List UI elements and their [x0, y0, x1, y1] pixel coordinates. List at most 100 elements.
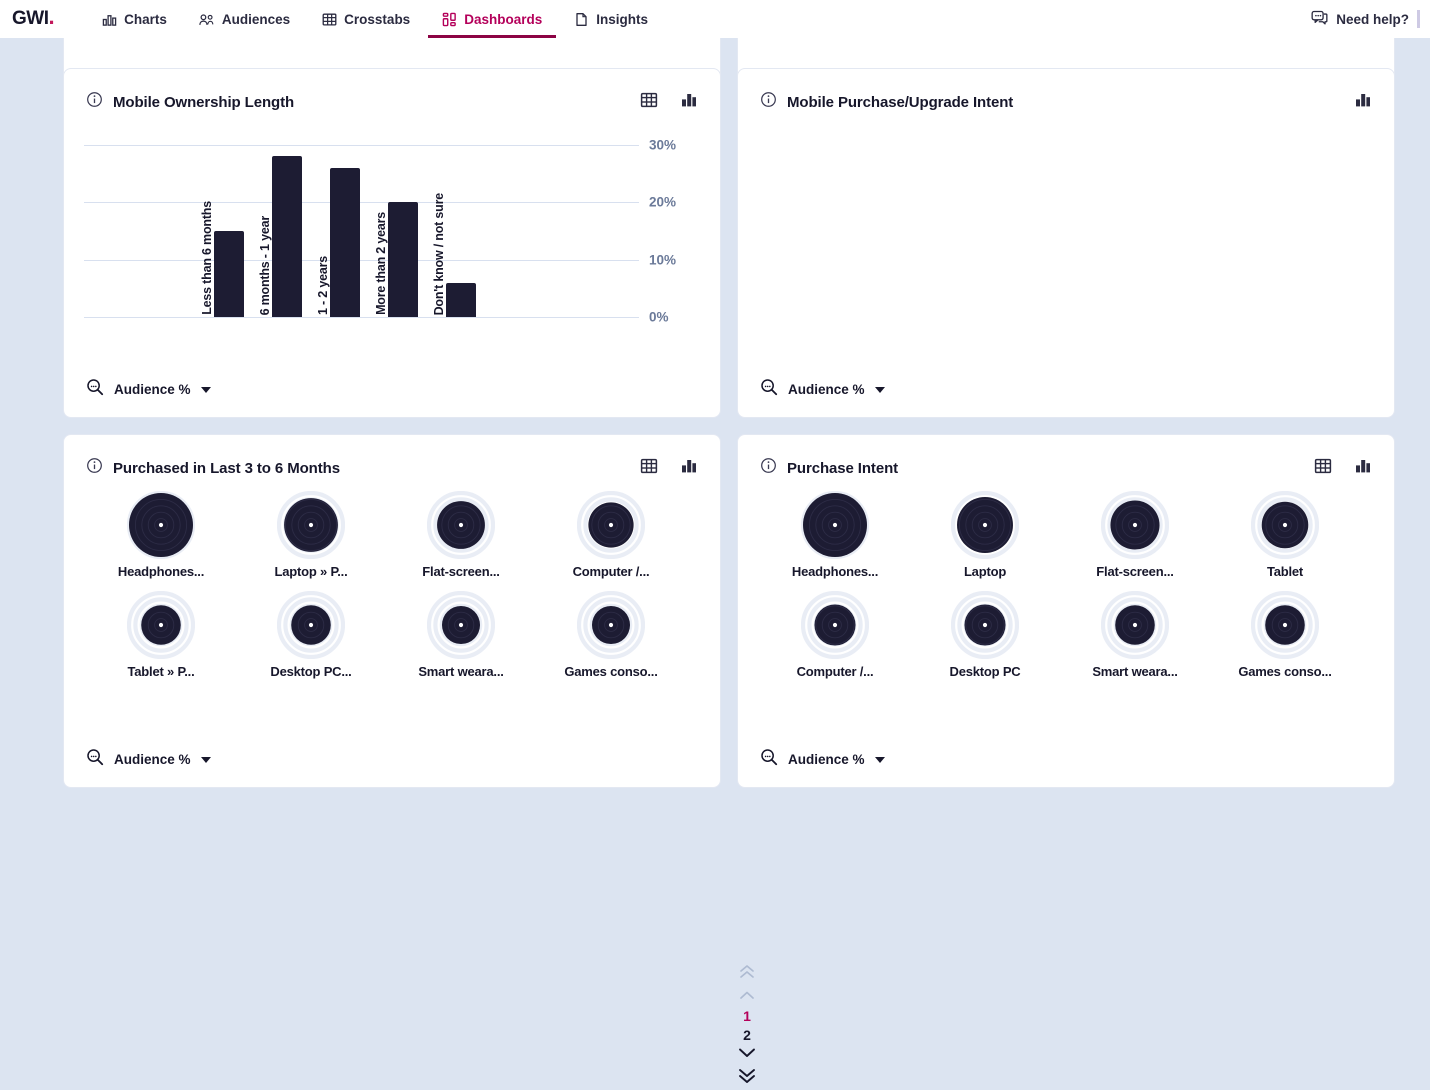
bubble-pager-purchased: 1 2 [736, 963, 758, 1090]
bubble-item[interactable]: Headphones... [86, 490, 236, 579]
bubble-label: Smart weara... [418, 664, 504, 679]
card-actions [640, 457, 698, 480]
chevron-up-icon[interactable] [737, 988, 757, 1006]
bar-category-label: 1 - 2 years [316, 256, 330, 315]
table-view-icon[interactable] [1314, 457, 1332, 480]
card-header: Purchase Intent [738, 435, 1394, 481]
double-chevron-down-icon[interactable] [736, 1067, 758, 1090]
double-chevron-up-icon[interactable] [737, 963, 757, 986]
main-nav-items: Charts Audiences Crosstabs Dashboards In [88, 0, 662, 38]
bubble-item[interactable]: Smart weara... [1060, 590, 1210, 679]
card-header: Mobile Ownership Length [64, 69, 720, 115]
nav-edge-divider [1417, 10, 1420, 28]
dashboard-board: Mobile Ownership Length 0% 10% 20% 30% Less … [0, 28, 1430, 1083]
bubble-item[interactable]: Desktop PC [910, 590, 1060, 679]
bubble-item[interactable]: Flat-screen... [1060, 490, 1210, 579]
bubble-rings [1250, 490, 1320, 560]
metric-label: Audience % [788, 382, 865, 397]
metric-search-icon [760, 378, 778, 401]
bubble-grid-purchase-intent: Headphones... Laptop Flat-screen... Tablet C… [760, 490, 1360, 679]
bubble-label: Computer /... [796, 664, 874, 679]
nav-item-crosstabs[interactable]: Crosstabs [308, 0, 424, 38]
bubble-label: Flat-screen... [1096, 564, 1174, 579]
bubble-item[interactable]: Tablet » P... [86, 590, 236, 679]
chevron-down-icon[interactable] [874, 756, 885, 763]
chart-view-icon[interactable] [1354, 457, 1372, 480]
grid-line [84, 145, 639, 146]
card-mobile-ownership-length: Mobile Ownership Length 0% 10% 20% 30% Less … [63, 68, 721, 418]
bubble-grid-purchased: Headphones... Laptop » P... Flat-screen...… [86, 490, 686, 679]
chart-view-icon[interactable] [680, 91, 698, 114]
nav-item-label: Dashboards [464, 11, 543, 27]
chart-view-icon[interactable] [1354, 91, 1372, 114]
nav-right-group: Need help? [1311, 10, 1420, 29]
top-navigation-bar: GWI. Charts Audiences Crosstabs Dashboar… [0, 0, 1430, 38]
info-icon[interactable] [760, 457, 777, 479]
chevron-down-icon[interactable] [200, 756, 211, 763]
bar[interactable] [446, 282, 476, 317]
need-help-button[interactable]: Need help? [1311, 10, 1409, 29]
metric-selector-purchase-intent[interactable]: Audience % [760, 748, 885, 771]
metric-selector-purchased[interactable]: Audience % [86, 748, 211, 771]
metric-selector-mobile-ownership[interactable]: Audience % [86, 378, 211, 401]
bubble-item[interactable]: Games conso... [1210, 590, 1360, 679]
metric-selector-purchase-upgrade-intent[interactable]: Audience % [760, 378, 885, 401]
nav-item-charts[interactable]: Charts [88, 0, 181, 38]
table-view-icon[interactable] [640, 91, 658, 114]
bubble-item[interactable]: Smart weara... [386, 590, 536, 679]
bubble-item[interactable]: Headphones... [760, 490, 910, 579]
y-axis-tick: 0% [649, 309, 669, 325]
grid-line [84, 317, 639, 318]
y-axis-tick: 30% [649, 137, 677, 153]
nav-item-dashboards[interactable]: Dashboards [428, 0, 557, 38]
metric-label: Audience % [788, 752, 865, 767]
bubble-label: Desktop PC... [270, 664, 352, 679]
metric-search-icon [86, 748, 104, 771]
bar[interactable] [388, 202, 418, 317]
chevron-down-icon[interactable] [736, 1046, 758, 1065]
card-actions [1354, 91, 1372, 114]
metric-label: Audience % [114, 382, 191, 397]
bar-chart-mobile-ownership: 0% 10% 20% 30% Less than 6 months 6 months - … [64, 135, 720, 335]
chart-view-icon[interactable] [680, 457, 698, 480]
bubble-item[interactable]: Flat-screen... [386, 490, 536, 579]
bar[interactable] [272, 156, 302, 317]
bubble-label: Headphones... [791, 564, 879, 579]
bubble-item[interactable]: Laptop [910, 490, 1060, 579]
bar-category-label: Don't know / not sure [432, 192, 446, 315]
chevron-down-icon[interactable] [874, 386, 885, 393]
nav-item-insights[interactable]: Insights [560, 0, 662, 38]
chat-bubbles-icon [1311, 10, 1328, 29]
bubble-label: Smart weara... [1092, 664, 1178, 679]
card-purchased-last-3-6-months: Purchased in Last 3 to 6 Months Headphon… [63, 434, 755, 1083]
bubble-label: Desktop PC [949, 664, 1021, 679]
page-number-current[interactable]: 1 [743, 1008, 751, 1025]
chevron-down-icon[interactable] [200, 386, 211, 393]
card-mobile-purchase-upgrade-intent: Mobile Purchase/Upgrade Intent 100% Tota… [737, 68, 1395, 418]
nav-item-audiences[interactable]: Audiences [185, 0, 304, 38]
bubble-label: Flat-screen... [422, 564, 500, 579]
bubble-item[interactable]: Desktop PC... [236, 590, 386, 679]
bubble-item[interactable]: Laptop » P... [236, 490, 386, 579]
dashboards-icon [442, 12, 457, 27]
nav-item-label: Audiences [221, 11, 291, 27]
nav-item-label: Crosstabs [344, 11, 411, 27]
bubble-label: Laptop » P... [274, 564, 348, 579]
info-icon[interactable] [86, 457, 103, 479]
bubble-item[interactable]: Tablet [1210, 490, 1360, 579]
bubble-rings [800, 590, 870, 660]
gwi-logo[interactable]: GWI. [12, 6, 55, 30]
info-icon[interactable] [86, 91, 103, 113]
bubble-item[interactable]: Computer /... [536, 490, 686, 579]
page-number-next[interactable]: 2 [743, 1027, 751, 1044]
bubble-item[interactable]: Games conso... [536, 590, 686, 679]
bar[interactable] [214, 231, 244, 317]
bubble-rings [1100, 590, 1170, 660]
bubble-item[interactable]: Computer /... [760, 590, 910, 679]
bar[interactable] [330, 167, 360, 317]
info-icon[interactable] [760, 91, 777, 113]
bubble-rings [426, 490, 496, 560]
table-view-icon[interactable] [640, 457, 658, 480]
bubble-label: Tablet [1266, 564, 1304, 579]
bubble-rings [276, 490, 346, 560]
